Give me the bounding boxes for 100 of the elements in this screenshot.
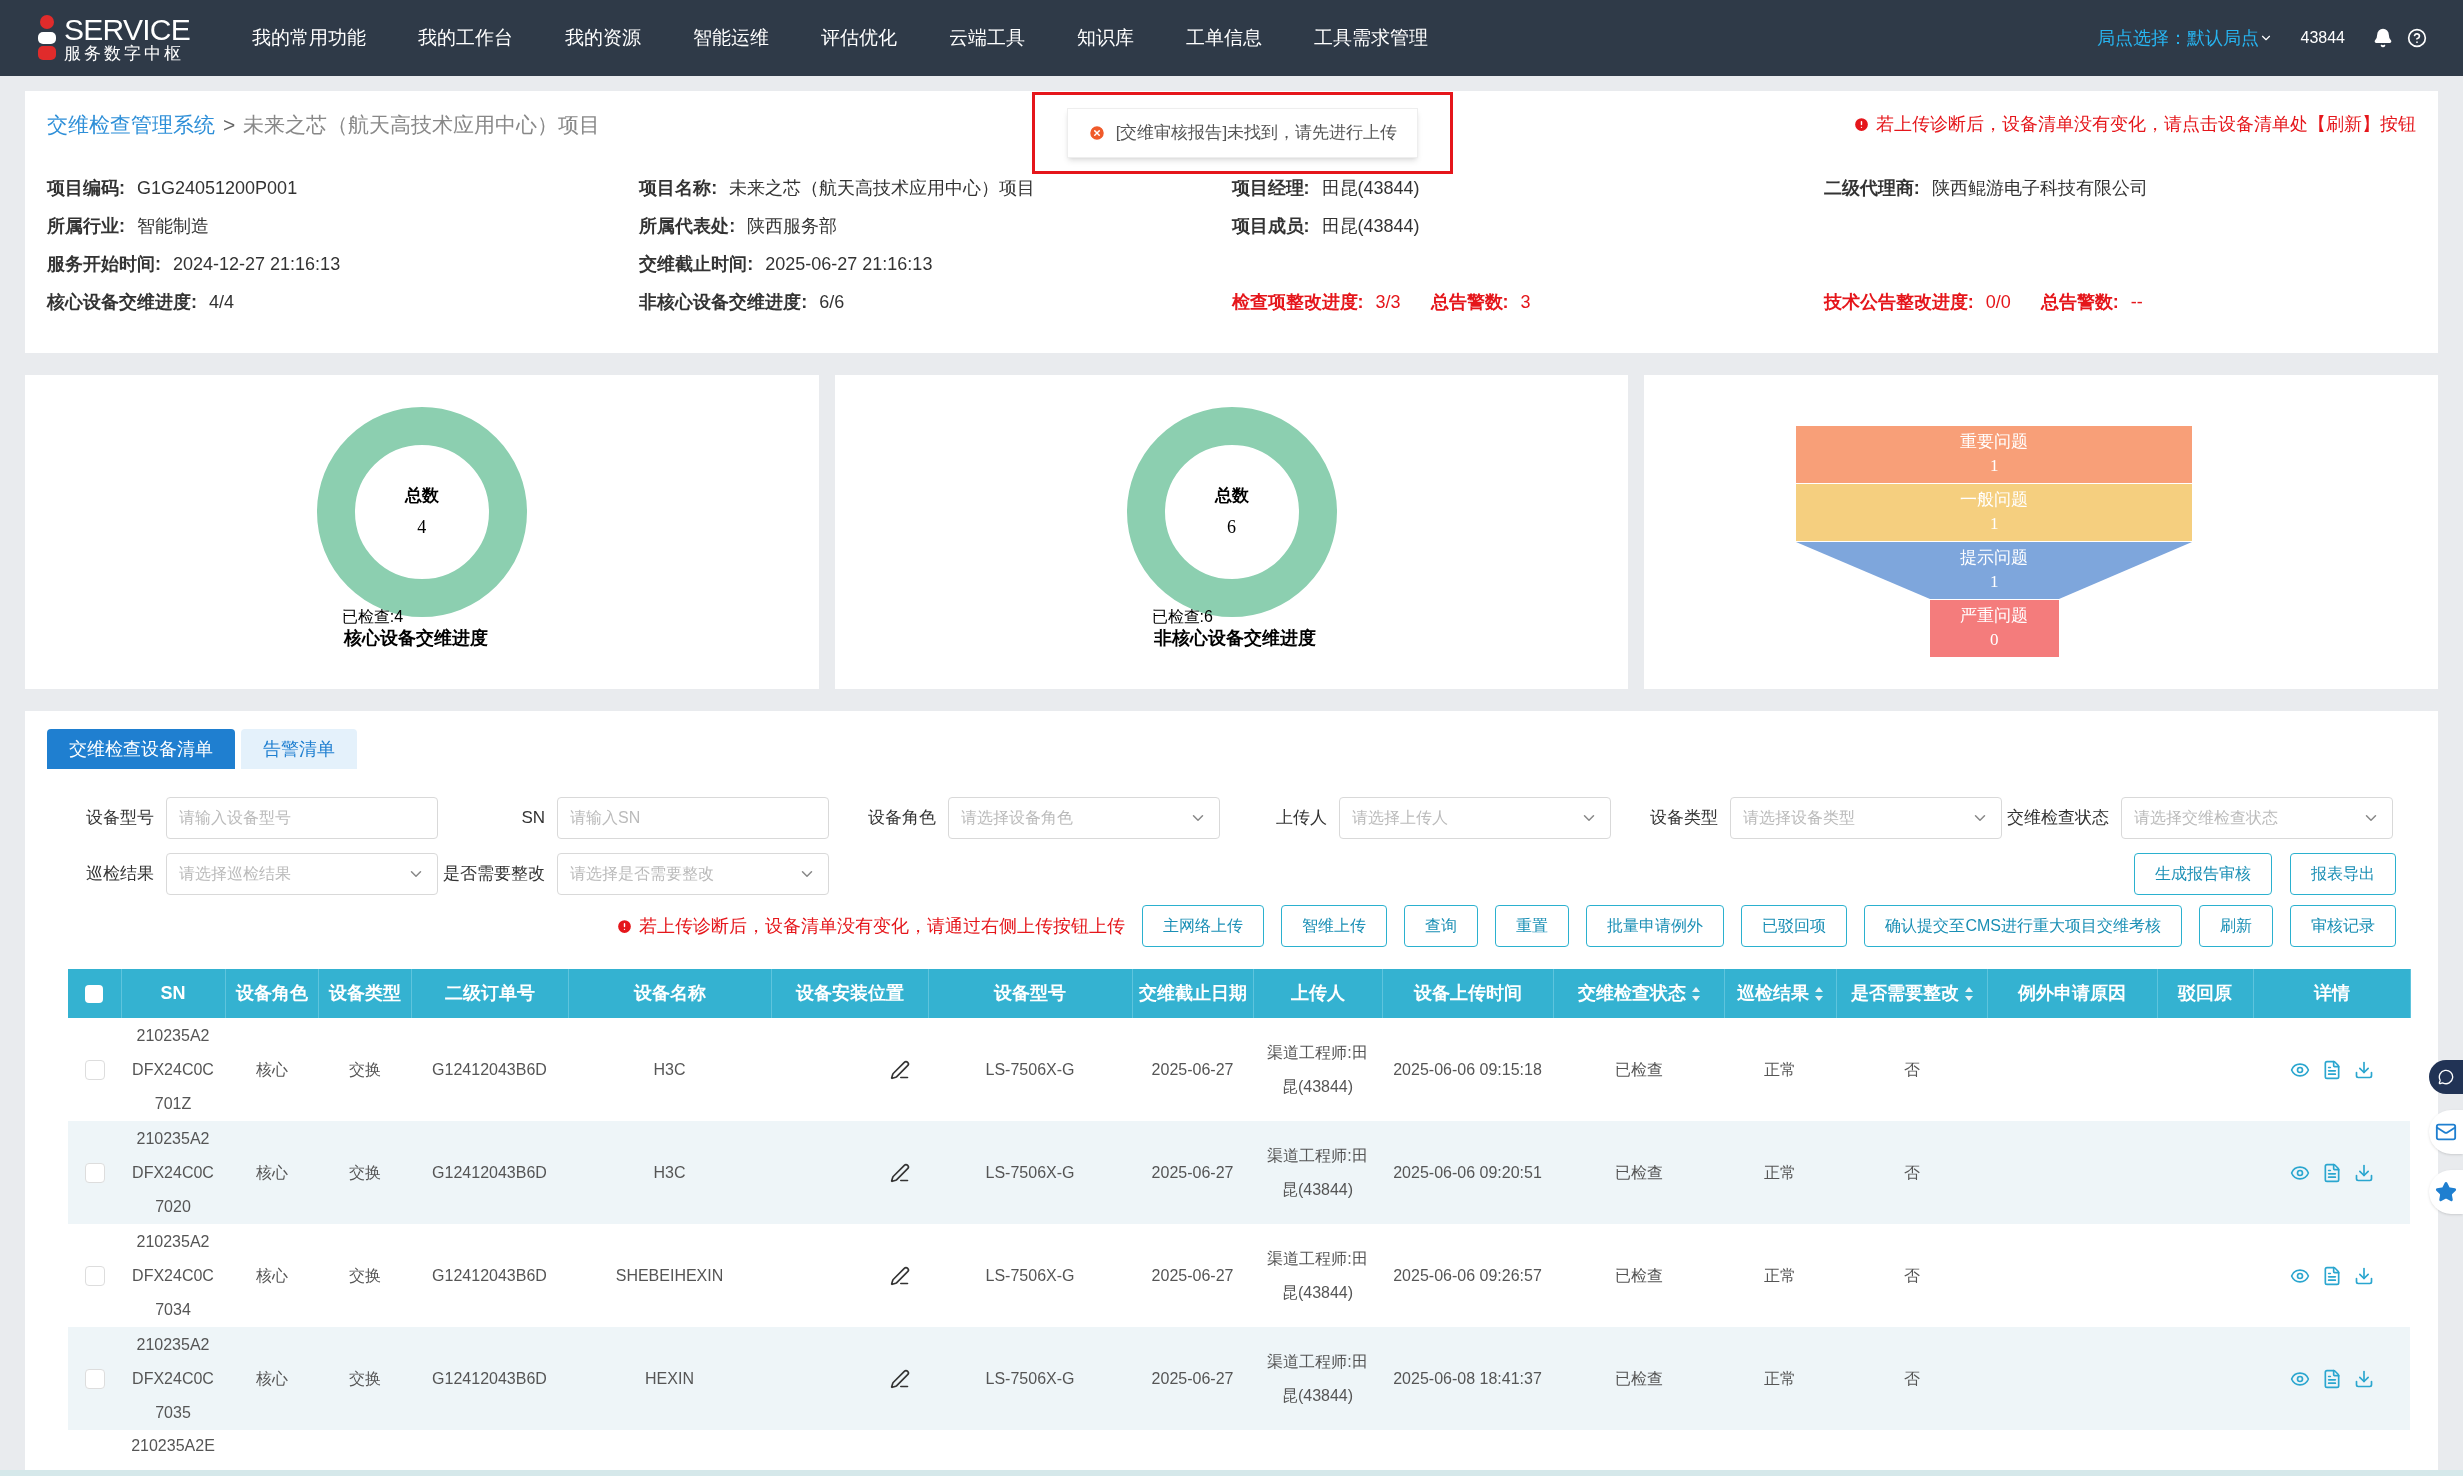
table-cell: LS-7506X-G	[985, 1369, 1075, 1387]
nav-link[interactable]: 智能运维	[667, 23, 795, 53]
table-cell: 2025-06-27	[1151, 1266, 1234, 1284]
logo-title: SERVICE	[64, 14, 190, 45]
sn-text: 7034	[154, 1299, 192, 1320]
row-checkbox[interactable]	[84, 1369, 105, 1390]
select-field[interactable]: 请选择交维检查状态	[2121, 797, 2393, 839]
nav-link[interactable]: 知识库	[1051, 23, 1160, 53]
action-button[interactable]: 批量申请例外	[1586, 905, 1725, 947]
toast-message: [交维审核报告]未找到，请先进行上传	[1115, 122, 1398, 145]
sn-text: DFX24C0C	[131, 1059, 215, 1080]
download-icon[interactable]	[2353, 1162, 2374, 1183]
uploader-text: 渠道工程师:田	[1266, 1145, 1369, 1166]
uploader-text: 昆(43844)	[1280, 1076, 1355, 1097]
breadcrumb-link[interactable]: 交维检查管理系统	[47, 109, 215, 141]
breadcrumb-current: 未来之芯（航天高技术应用中心）项目	[243, 112, 601, 138]
input-field[interactable]: 请输入设备型号	[166, 797, 438, 839]
table-cell: LS-7506X-G	[985, 1060, 1075, 1078]
filter-label: 交维检查状态	[2006, 807, 2110, 830]
nav-link[interactable]: 工单信息	[1160, 23, 1288, 53]
uploader-text: 昆(43844)	[1280, 1179, 1355, 1200]
info-value: 2025-06-27 21:16:13	[765, 253, 933, 276]
sort-icon[interactable]	[1691, 987, 1700, 1002]
table-cell: G12412043B6D	[432, 1163, 547, 1181]
row-checkbox[interactable]	[84, 1060, 105, 1081]
filter-label: 巡检结果	[85, 863, 155, 886]
info-value: 3	[1520, 291, 1531, 314]
funnel-value: 1	[1989, 455, 1999, 477]
action-button[interactable]: 审核记录	[2290, 905, 2396, 947]
uploader-text: 昆(43844)	[1280, 1385, 1355, 1406]
table-cell: 否	[1903, 1266, 1920, 1284]
tab[interactable]: 交维检查设备清单	[47, 729, 235, 769]
filter-label: 设备角色	[867, 807, 937, 830]
edit-icon[interactable]	[890, 1163, 910, 1184]
help-icon[interactable]	[2407, 28, 2427, 48]
donut-value: 4	[417, 516, 427, 540]
table-cell: 2025-06-06 09:15:18	[1393, 1060, 1542, 1078]
edit-icon[interactable]	[890, 1060, 910, 1081]
select-field[interactable]: 请选择上传人	[1339, 797, 1611, 839]
nav-link[interactable]: 我的资源	[539, 23, 667, 53]
action-button[interactable]: 确认提交至CMS进行重大项目交维考核	[1864, 905, 2182, 947]
action-button[interactable]: 查询	[1404, 905, 1479, 947]
bell-icon[interactable]	[2373, 28, 2393, 48]
sort-icon[interactable]	[1815, 987, 1823, 1002]
info-label: 项目名称:	[639, 177, 718, 200]
checked-count: 已检查:6	[1151, 607, 1213, 627]
download-icon[interactable]	[2353, 1368, 2374, 1389]
nav-link[interactable]: 评估优化	[795, 23, 923, 53]
tab[interactable]: 告警清单	[241, 729, 357, 769]
table-cell: 正常	[1764, 1369, 1796, 1387]
donut-value: 6	[1227, 516, 1236, 540]
select-field[interactable]: 请选择设备类型	[1730, 797, 2002, 839]
download-icon[interactable]	[2353, 1059, 2374, 1080]
nav-link[interactable]: 工具需求管理	[1288, 23, 1454, 53]
uploader-text: 昆(43844)	[1280, 1282, 1355, 1303]
info-value: 3/3	[1375, 291, 1401, 314]
input-field[interactable]: 请输入SN	[557, 797, 829, 839]
action-button[interactable]: 刷新	[2199, 905, 2273, 947]
table-cell: SHEBEIHEXIN	[615, 1266, 724, 1284]
action-button[interactable]: 智维上传	[1281, 905, 1388, 947]
select-field[interactable]: 请选择是否需要整改	[557, 853, 829, 895]
sort-icon[interactable]	[1964, 987, 1973, 1002]
funnel-label: 一般问题	[1960, 489, 2029, 511]
uploader-text: 渠道工程师:田	[1266, 1248, 1369, 1269]
table-cell: LS-7506X-G	[985, 1163, 1075, 1181]
action-button[interactable]: 报表导出	[2290, 853, 2396, 895]
table-cell: 核心	[255, 1266, 288, 1284]
select-field[interactable]: 请选择设备角色	[948, 797, 1220, 839]
info-label: 所属代表处:	[639, 215, 736, 238]
checked-count: 已检查:4	[341, 607, 404, 627]
select-all-checkbox[interactable]	[85, 985, 104, 1004]
edit-icon[interactable]	[890, 1266, 910, 1287]
edit-icon[interactable]	[890, 1369, 910, 1390]
sn-text: 701Z	[153, 1093, 193, 1114]
action-button[interactable]: 已驳回项	[1741, 905, 1848, 947]
info-label: 核心设备交维进度:	[47, 291, 197, 314]
table-cell: 核心	[255, 1163, 288, 1181]
site-selector[interactable]: 局点选择：默认局点	[2096, 24, 2273, 52]
info-label: 项目成员:	[1231, 215, 1310, 238]
table-cell: 已检查	[1614, 1163, 1663, 1181]
table-cell: HEXIN	[645, 1369, 694, 1387]
funnel-value: 1	[1989, 513, 1999, 535]
sn-text: 210235A2	[135, 1128, 211, 1149]
chat-widget-icon[interactable]	[2429, 1060, 2463, 1094]
action-button[interactable]: 重置	[1495, 905, 1570, 947]
select-field[interactable]: 请选择巡检结果	[166, 853, 438, 895]
info-label: 总告警数:	[1430, 291, 1509, 314]
info-label: 检查项整改进度:	[1231, 291, 1364, 314]
action-button[interactable]: 主网络上传	[1142, 905, 1265, 947]
action-button[interactable]: 生成报告审核	[2134, 853, 2272, 895]
row-checkbox[interactable]	[84, 1266, 105, 1287]
row-checkbox[interactable]	[84, 1163, 105, 1184]
info-label: 非核心设备交维进度:	[639, 291, 808, 314]
notice-text: 若上传诊断后，设备清单没有变化，请点击设备清单处【刷新】按钮	[1876, 113, 2416, 137]
sn-text: 210235A2	[135, 1025, 211, 1046]
info-value: 田昆(43844)	[1321, 177, 1420, 200]
nav-link[interactable]: 我的工作台	[392, 23, 539, 53]
nav-link[interactable]: 我的常用功能	[226, 23, 392, 53]
download-icon[interactable]	[2353, 1265, 2374, 1286]
nav-link[interactable]: 云端工具	[923, 23, 1051, 53]
